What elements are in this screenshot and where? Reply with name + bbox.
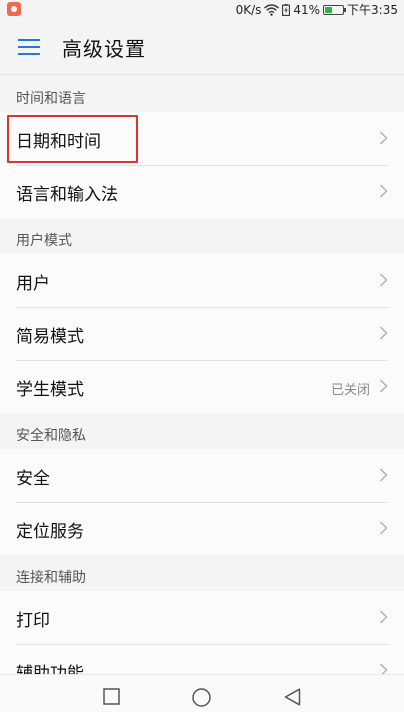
- chevron-right-icon: [379, 131, 388, 145]
- settings-item-label: 用户: [16, 274, 50, 294]
- student-mode-status: 已关闭: [330, 383, 370, 398]
- battery-icon: [323, 4, 347, 15]
- settings-item-date-time[interactable]: 日期和时间: [0, 112, 404, 165]
- app-header: 高级设置: [0, 19, 404, 75]
- chevron-right-icon: [379, 610, 388, 624]
- settings-item-label: 辅助功能: [16, 664, 84, 674]
- settings-item-label: 学生模式: [16, 380, 84, 400]
- settings-item-label: 打印: [16, 611, 50, 631]
- chevron-right-icon: [379, 273, 388, 287]
- section-header-connection-accessibility: 连接和辅助: [0, 555, 404, 591]
- settings-item-simple-mode[interactable]: 简易模式: [0, 307, 404, 360]
- chevron-right-icon: [379, 326, 388, 340]
- settings-item-label: 日期和时间: [16, 132, 101, 152]
- settings-item-security[interactable]: 安全: [0, 449, 404, 502]
- settings-item-label: 语言和输入法: [16, 185, 118, 205]
- page-title: 高级设置: [62, 37, 146, 61]
- menu-icon[interactable]: [18, 39, 40, 55]
- settings-item-label: 定位服务: [16, 522, 84, 542]
- settings-list[interactable]: 时间和语言 日期和时间 语言和输入法 用户模式 用户 简易模式 学生模式 已关闭…: [0, 76, 404, 674]
- section-header-time-language: 时间和语言: [0, 76, 404, 112]
- navigation-bar: [0, 674, 404, 712]
- settings-item-label: 安全: [16, 469, 50, 489]
- chevron-right-icon: [379, 184, 388, 198]
- section-header-security-privacy: 安全和隐私: [0, 413, 404, 449]
- chevron-right-icon: [379, 521, 388, 535]
- home-icon[interactable]: [192, 688, 211, 707]
- battery-percent: 41%: [293, 2, 321, 17]
- settings-item-location-services[interactable]: 定位服务: [0, 502, 404, 555]
- section-header-user-mode: 用户模式: [0, 218, 404, 254]
- chevron-right-icon: [379, 379, 388, 393]
- notification-icon: [7, 2, 21, 16]
- status-bar: 0K/s 41% 下午3:35: [0, 0, 404, 19]
- settings-item-users[interactable]: 用户: [0, 254, 404, 307]
- chevron-right-icon: [379, 663, 388, 674]
- settings-item-student-mode[interactable]: 学生模式 已关闭: [0, 360, 404, 413]
- back-icon[interactable]: [284, 688, 301, 706]
- clock: 下午3:35: [347, 3, 398, 17]
- settings-item-print[interactable]: 打印: [0, 591, 404, 644]
- wifi-icon: [264, 3, 280, 16]
- recent-apps-icon[interactable]: [103, 688, 120, 705]
- chevron-right-icon: [379, 468, 388, 482]
- net-speed: 0K/s: [235, 2, 262, 17]
- battery-level-fill: [325, 6, 333, 13]
- battery-saver-icon: [282, 3, 291, 16]
- settings-item-label: 简易模式: [16, 327, 84, 347]
- settings-item-accessibility[interactable]: 辅助功能: [0, 644, 404, 674]
- settings-item-language-input[interactable]: 语言和输入法: [0, 165, 404, 218]
